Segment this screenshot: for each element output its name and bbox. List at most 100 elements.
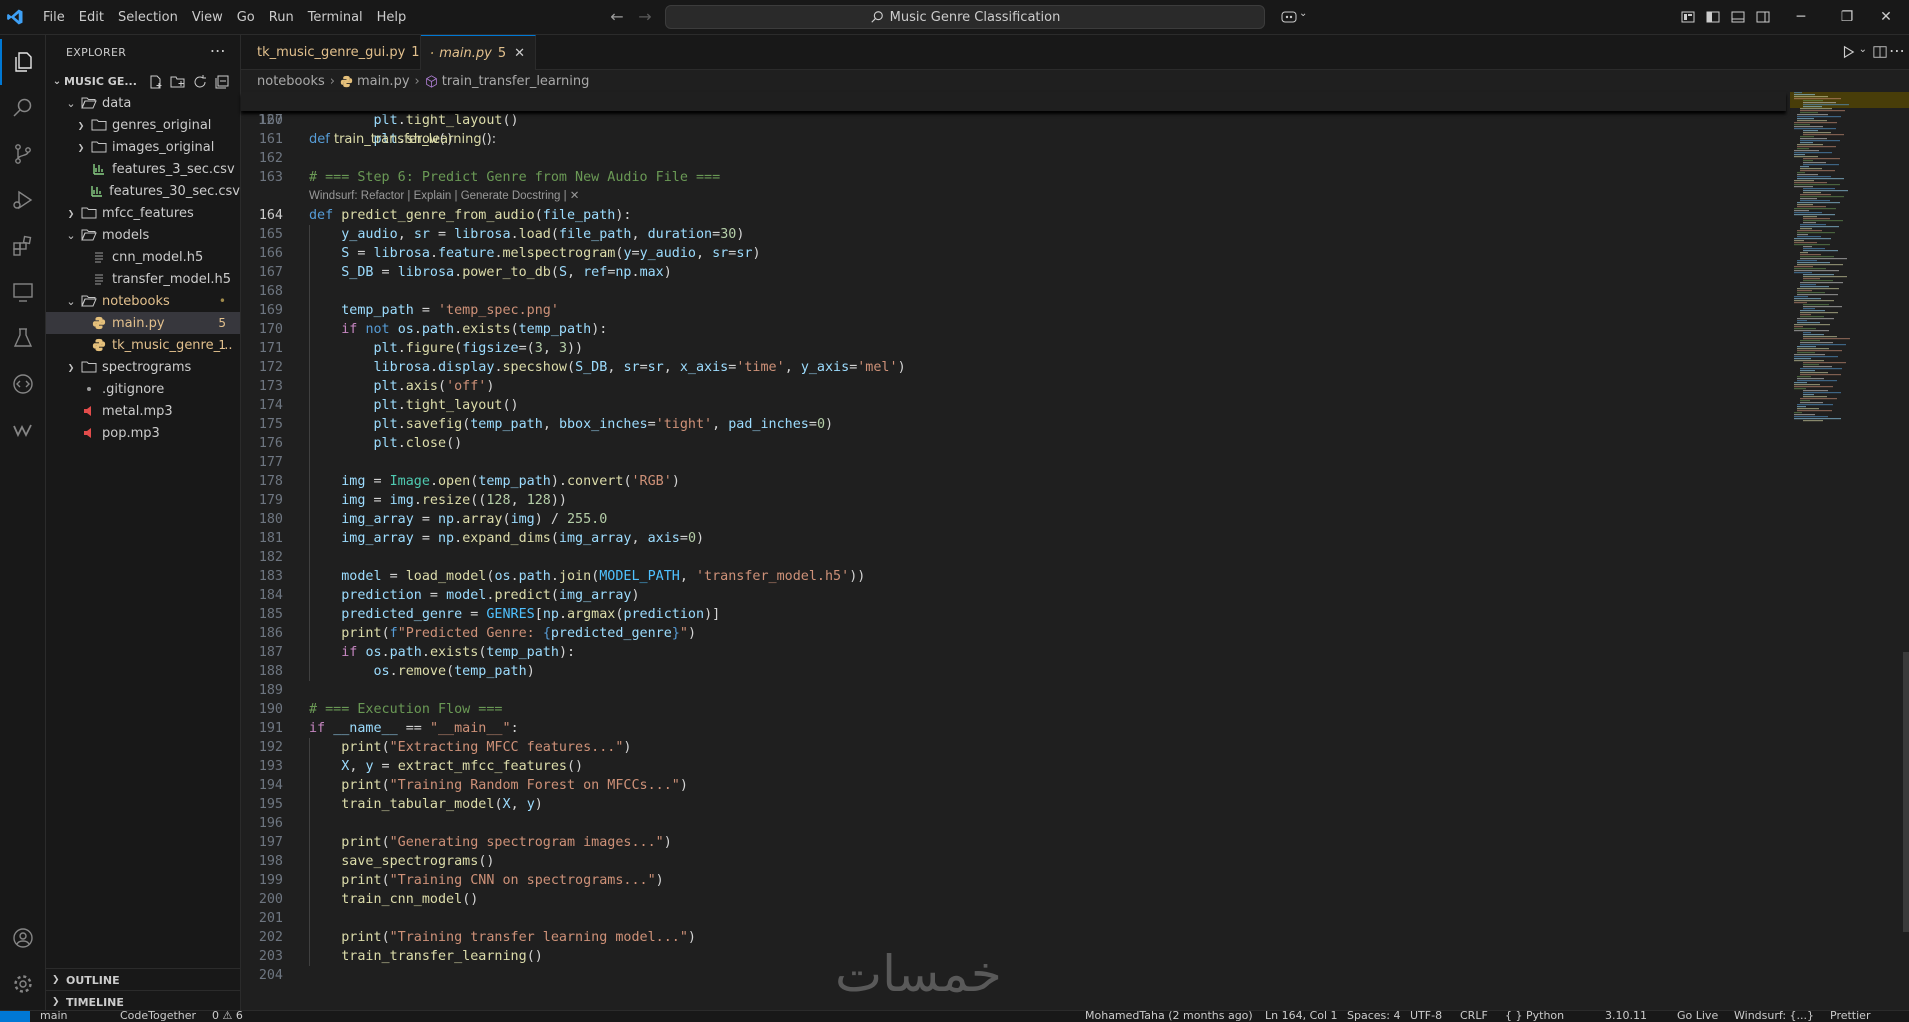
toggle-primary-sidebar-icon[interactable]: [1705, 9, 1721, 25]
editor-more-icon[interactable]: ⋯: [1889, 41, 1905, 60]
tree-item[interactable]: main.py 5: [46, 312, 240, 334]
code-line[interactable]: 164 def predict_genre_from_audio(file_pat…: [241, 206, 1791, 225]
codetogether-status[interactable]: CodeTogether: [120, 1011, 196, 1022]
menu-item-selection[interactable]: Selection: [111, 10, 185, 25]
code-line[interactable]: 203 train_transfer_learning(): [241, 947, 1791, 966]
tree-item[interactable]: ❯ genres_original: [46, 114, 240, 136]
back-arrow-icon[interactable]: ←: [608, 8, 626, 26]
git-branch[interactable]: main: [40, 1011, 67, 1022]
tree-item[interactable]: tk_music_genre_... 1: [46, 334, 240, 356]
code-line[interactable]: 190 # === Execution Flow ===: [241, 700, 1791, 719]
problems-count[interactable]: 0 ⚠ 6: [212, 1011, 243, 1022]
menu-item-help[interactable]: Help: [370, 10, 414, 25]
code-line[interactable]: 195 train_tabular_model(X, y): [241, 795, 1791, 814]
menu-item-file[interactable]: File: [36, 10, 72, 25]
remote-explorer-icon[interactable]: [0, 269, 46, 315]
menu-item-edit[interactable]: Edit: [72, 10, 111, 25]
copilot-icon[interactable]: [1280, 9, 1300, 25]
workspace-root[interactable]: ⌄ MUSIC GE...: [46, 70, 240, 92]
code-line[interactable]: 201: [241, 909, 1791, 928]
code-line[interactable]: 183 model = load_model(os.path.join(MODE…: [241, 567, 1791, 586]
code-line[interactable]: 204: [241, 966, 1791, 985]
run-debug-icon[interactable]: [0, 177, 46, 223]
code-line[interactable]: 194 print("Training Random Forest on MFC…: [241, 776, 1791, 795]
copilot-chevron-icon[interactable]: ⌄: [1299, 8, 1307, 19]
collapse-all-icon[interactable]: [214, 74, 230, 90]
close-tab-icon[interactable]: ✕: [514, 46, 525, 61]
code-line[interactable]: 188 os.remove(temp_path): [241, 662, 1791, 681]
source-control-icon[interactable]: [0, 131, 46, 177]
split-editor-icon[interactable]: [1873, 45, 1887, 59]
windsurf-status[interactable]: Windsurf: {...}: [1734, 1011, 1814, 1022]
code-line[interactable]: 176 plt.close(): [241, 434, 1791, 453]
code-line[interactable]: 192 print("Extracting MFCC features..."): [241, 738, 1791, 757]
windsurf-icon[interactable]: [0, 407, 46, 453]
code-line[interactable]: 168: [241, 282, 1791, 301]
forward-arrow-icon[interactable]: →: [636, 8, 654, 26]
outline-section[interactable]: ❯ OUTLINE: [46, 968, 246, 991]
menu-item-run[interactable]: Run: [262, 10, 301, 25]
code-line[interactable]: 162: [241, 149, 1791, 168]
code-line[interactable]: 160 plt.tight_layout(): [241, 111, 1791, 130]
code-line[interactable]: 181 img_array = np.expand_dims(img_array…: [241, 529, 1791, 548]
tree-item[interactable]: pop.mp3: [46, 422, 240, 444]
code-line[interactable]: 185 predicted_genre = GENRES[np.argmax(p…: [241, 605, 1791, 624]
new-file-icon[interactable]: [148, 74, 164, 90]
customize-layout-icon[interactable]: [1680, 9, 1696, 25]
tree-item[interactable]: cnn_model.h5: [46, 246, 240, 268]
code-line[interactable]: 187 if os.path.exists(temp_path):: [241, 643, 1791, 662]
tree-item[interactable]: ⌄ data: [46, 92, 240, 114]
breadcrumb-symbol[interactable]: train_transfer_learning: [442, 74, 590, 89]
breadcrumb-folder[interactable]: notebooks: [257, 74, 325, 89]
toggle-secondary-sidebar-icon[interactable]: [1755, 9, 1771, 25]
tree-item[interactable]: transfer_model.h5: [46, 268, 240, 290]
encoding[interactable]: UTF-8: [1410, 1011, 1442, 1022]
command-center-search[interactable]: Music Genre Classification: [665, 5, 1265, 29]
more-actions-icon[interactable]: ⋯: [210, 41, 226, 60]
code-line[interactable]: 182: [241, 548, 1791, 567]
cursor-position[interactable]: Ln 164, Col 1: [1265, 1011, 1338, 1022]
remote-indicator[interactable]: [0, 1011, 30, 1022]
code-line[interactable]: 196: [241, 814, 1791, 833]
minimize-icon[interactable]: ─: [1778, 0, 1824, 35]
run-chevron-icon[interactable]: ⌄: [1859, 44, 1867, 55]
tree-item[interactable]: .gitignore: [46, 378, 240, 400]
code-line[interactable]: 171 plt.figure(figsize=(3, 3)): [241, 339, 1791, 358]
code-line[interactable]: 193 X, y = extract_mfcc_features(): [241, 757, 1791, 776]
code-line[interactable]: 165 y_audio, sr = librosa.load(file_path…: [241, 225, 1791, 244]
settings-gear-icon[interactable]: [0, 961, 46, 1007]
sticky-scroll-line[interactable]: 127 def train_transfer_learning():: [241, 92, 1786, 147]
accounts-icon[interactable]: [0, 915, 46, 961]
tree-item[interactable]: features_3_sec.csv: [46, 158, 240, 180]
minimap[interactable]: [1790, 92, 1909, 1010]
breadcrumb-file[interactable]: main.py: [357, 74, 410, 89]
scrollbar-thumb[interactable]: [1903, 652, 1909, 932]
testing-flask-icon[interactable]: [0, 315, 46, 361]
extensions-icon[interactable]: [0, 223, 46, 269]
go-live[interactable]: Go Live: [1677, 1011, 1718, 1022]
code-line[interactable]: 186 print(f"Predicted Genre: {predicted_…: [241, 624, 1791, 643]
tree-item[interactable]: ⌄ notebooks •: [46, 290, 240, 312]
search-view-icon[interactable]: [0, 85, 46, 131]
code-line[interactable]: 202 print("Training transfer learning mo…: [241, 928, 1791, 947]
close-window-icon[interactable]: ✕: [1863, 0, 1909, 35]
code-line[interactable]: 184 prediction = model.predict(img_array…: [241, 586, 1791, 605]
code-line[interactable]: 173 plt.axis('off'): [241, 377, 1791, 396]
code-line[interactable]: 170 if not os.path.exists(temp_path):: [241, 320, 1791, 339]
git-blame[interactable]: MohamedTaha (2 months ago): [1085, 1011, 1253, 1022]
refresh-icon[interactable]: [192, 74, 208, 90]
code-line[interactable]: 198 save_spectrograms(): [241, 852, 1791, 871]
tab-tk-music-genre-gui[interactable]: tk_music_genre_gui.py 1: [241, 35, 421, 70]
code-line[interactable]: 172 librosa.display.specshow(S_DB, sr=sr…: [241, 358, 1791, 377]
code-line[interactable]: 180 img_array = np.array(img) / 255.0: [241, 510, 1791, 529]
run-icon[interactable]: [1841, 45, 1855, 59]
code-line[interactable]: 189: [241, 681, 1791, 700]
line-ending[interactable]: CRLF: [1460, 1011, 1488, 1022]
code-line[interactable]: 163 # === Step 6: Predict Genre from New …: [241, 168, 1791, 187]
code-line[interactable]: 178 img = Image.open(temp_path).convert(…: [241, 472, 1791, 491]
code-line[interactable]: 199 print("Training CNN on spectrograms.…: [241, 871, 1791, 890]
code-editor[interactable]: 160 plt.tight_layout() 161 plt.show() 162 1…: [241, 92, 1791, 1010]
language-mode[interactable]: { } Python: [1505, 1011, 1564, 1022]
explorer-icon[interactable]: [0, 39, 46, 85]
tree-item[interactable]: ❯ mfcc_features: [46, 202, 240, 224]
